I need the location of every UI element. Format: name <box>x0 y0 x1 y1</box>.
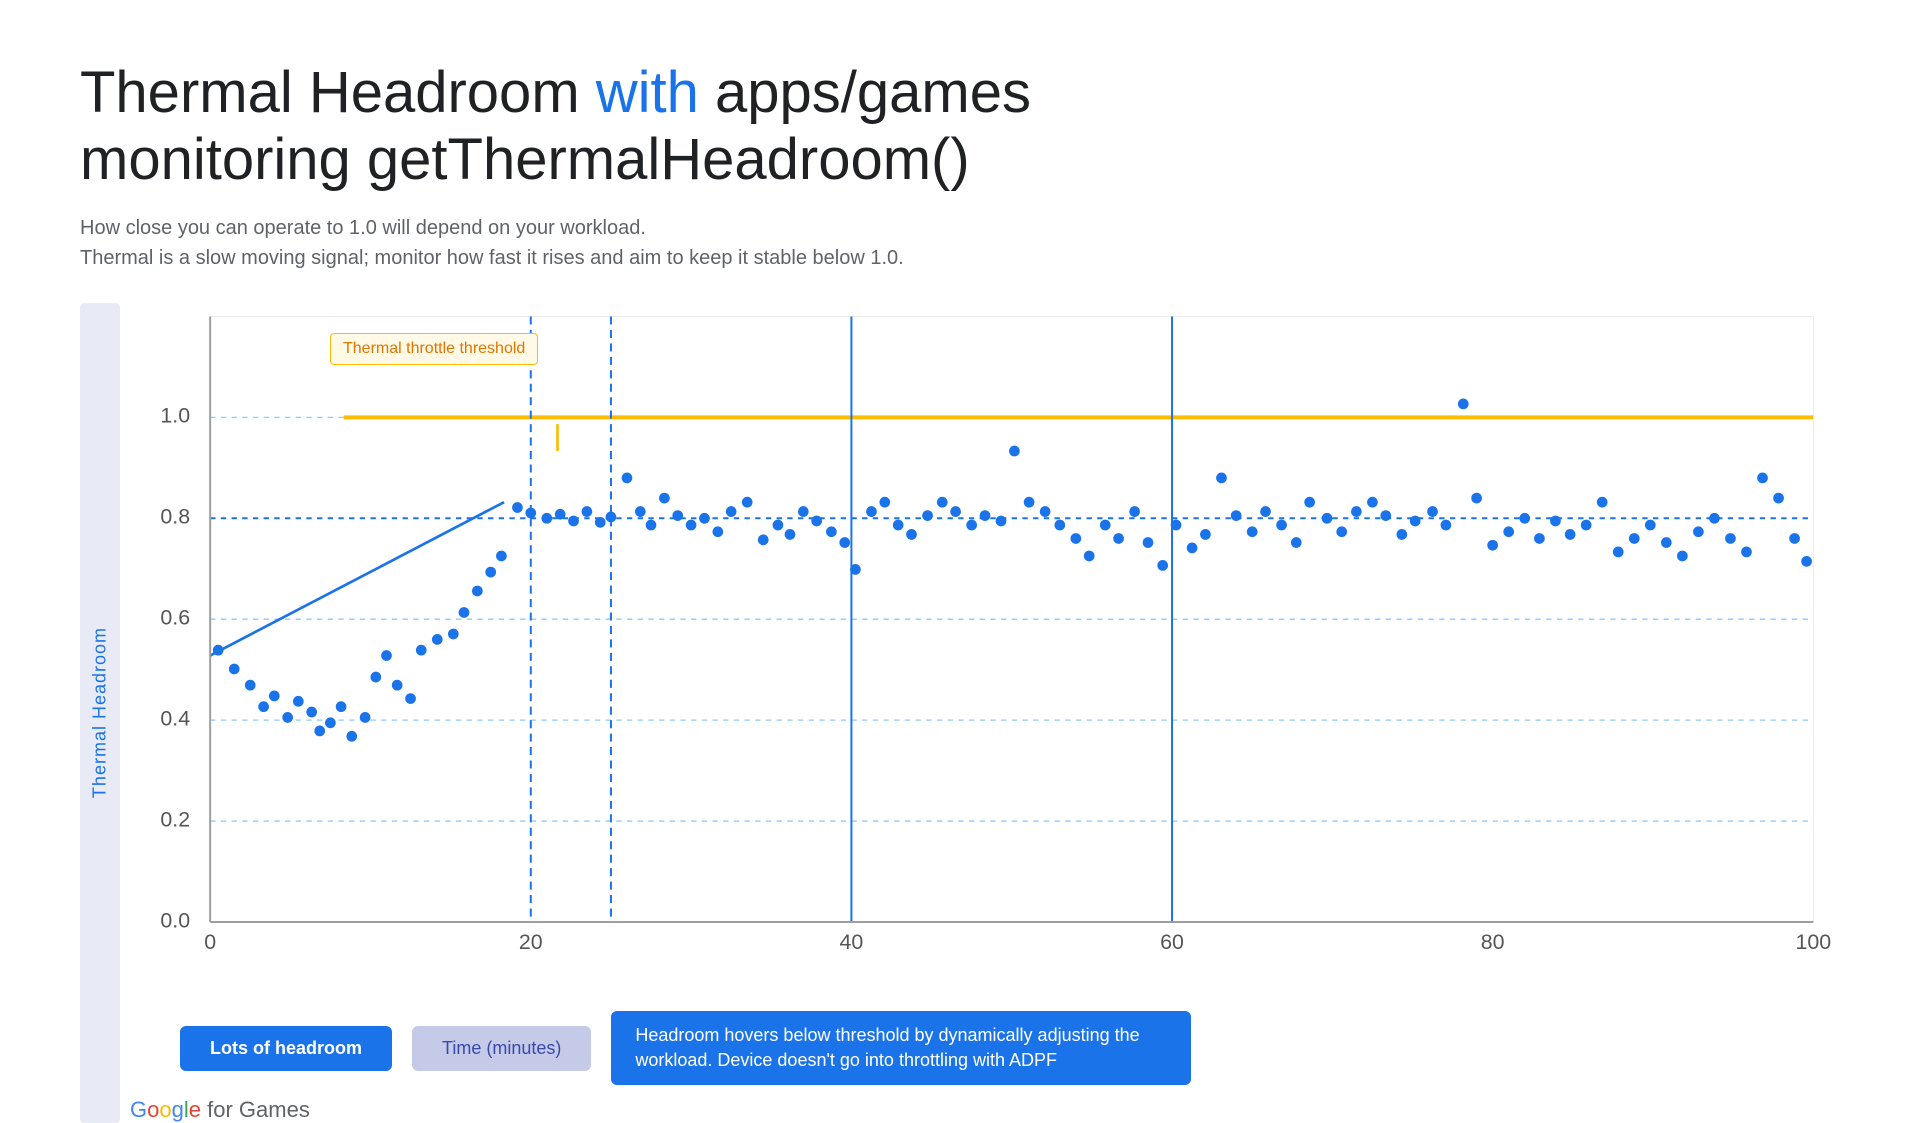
svg-text:0.8: 0.8 <box>160 505 190 529</box>
subtitle-line2: Thermal is a slow moving signal; monitor… <box>80 243 1840 273</box>
title-part2: apps/games <box>699 60 1031 125</box>
time-label: Time (minutes) <box>412 1026 591 1071</box>
svg-text:0: 0 <box>204 930 216 954</box>
svg-text:60: 60 <box>1160 930 1184 954</box>
svg-text:20: 20 <box>519 930 543 954</box>
subtitle: How close you can operate to 1.0 will de… <box>80 213 1840 273</box>
svg-text:0.2: 0.2 <box>160 808 190 832</box>
footer-row: Lots of headroom Time (minutes) Headroom… <box>130 1011 1840 1085</box>
headroom-label: Headroom hovers below threshold by dynam… <box>611 1011 1191 1085</box>
chart-svg: 0.0 0.2 0.4 0.6 0.8 1.0 0 20 40 60 80 10… <box>130 303 1840 1003</box>
chart-svg-wrapper: Thermal throttle threshold <box>130 303 1840 1003</box>
bottom-labels: Lots of headroom Time (minutes) Headroom… <box>130 1011 1191 1085</box>
thermal-throttle-tooltip: Thermal throttle threshold <box>330 333 538 365</box>
title-highlight: with <box>596 60 699 125</box>
y-axis-label: Thermal Headroom <box>80 303 120 1123</box>
chart-area: Thermal Headroom Thermal throttle thresh… <box>80 303 1840 1123</box>
title-line2: monitoring getThermalHeadroom() <box>80 127 970 192</box>
chart-container: Thermal throttle threshold <box>130 303 1840 1123</box>
svg-text:0.0: 0.0 <box>160 909 190 933</box>
page-title: Thermal Headroom with apps/games monitor… <box>80 60 1840 193</box>
subtitle-line1: How close you can operate to 1.0 will de… <box>80 213 1840 243</box>
lots-of-headroom-label: Lots of headroom <box>180 1026 392 1071</box>
svg-text:40: 40 <box>840 930 864 954</box>
title-part1: Thermal Headroom <box>80 60 596 125</box>
svg-text:80: 80 <box>1481 930 1505 954</box>
svg-text:100: 100 <box>1795 930 1831 954</box>
svg-text:0.6: 0.6 <box>160 606 190 630</box>
google-logo: Google for Games <box>130 1097 1840 1123</box>
svg-text:0.4: 0.4 <box>160 707 190 731</box>
svg-text:1.0: 1.0 <box>160 404 190 428</box>
